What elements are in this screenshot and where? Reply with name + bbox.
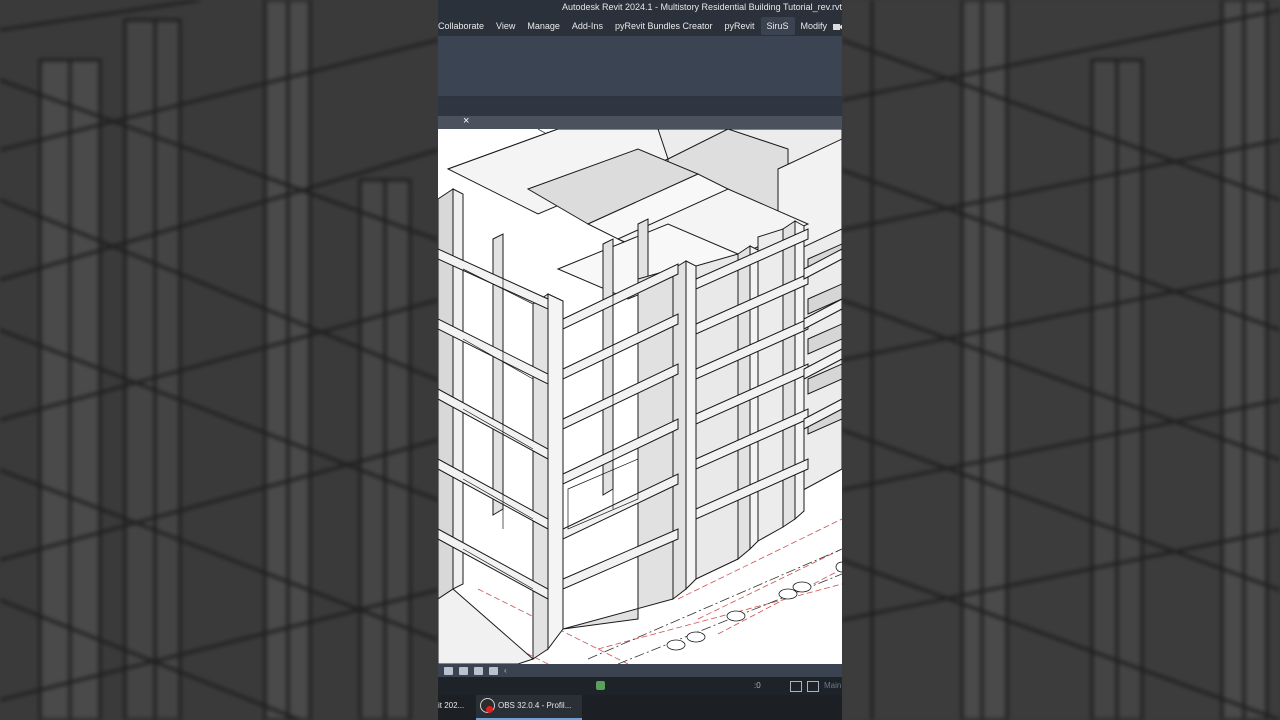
blurred-background-right bbox=[842, 0, 1280, 720]
tab-pyrevit[interactable]: pyRevit bbox=[719, 17, 761, 35]
ribbon-panel bbox=[438, 36, 842, 96]
taskbar-item-revit[interactable]: it 202... bbox=[438, 695, 472, 720]
ribbon-options-button[interactable]: ▾ bbox=[833, 22, 842, 30]
taskbar: it 202... OBS 32.0.4 - Profil... bbox=[438, 695, 842, 720]
tab-sirus[interactable]: SiruS bbox=[760, 17, 795, 35]
taskbar-item-obs-label: OBS 32.0.4 - Profil... bbox=[498, 701, 572, 710]
grid-bubble[interactable] bbox=[726, 610, 746, 622]
blurred-background-left bbox=[0, 0, 438, 720]
tab-modify[interactable]: Modify bbox=[795, 17, 834, 35]
title-bar: Autodesk Revit 2024.1 - Multistory Resid… bbox=[438, 0, 842, 16]
camera-icon bbox=[833, 23, 842, 30]
scale-icon[interactable] bbox=[444, 666, 453, 675]
detail-level-icon[interactable] bbox=[459, 666, 468, 675]
tab-collaborate[interactable]: Collaborate bbox=[438, 17, 490, 35]
tab-add-ins[interactable]: Add-Ins bbox=[566, 17, 609, 35]
worksets-icon[interactable] bbox=[790, 681, 802, 692]
obs-icon bbox=[480, 698, 495, 714]
selection-count: :0 bbox=[754, 681, 761, 690]
3d-viewport[interactable] bbox=[438, 129, 842, 664]
options-bar bbox=[438, 98, 842, 116]
design-options-icon[interactable] bbox=[807, 681, 819, 692]
window-title: Autodesk Revit 2024.1 - Multistory Resid… bbox=[562, 2, 842, 12]
sun-path-icon[interactable] bbox=[489, 666, 498, 675]
grid-bubble[interactable] bbox=[778, 588, 798, 600]
building-model bbox=[438, 129, 842, 664]
main-model-label[interactable]: Main bbox=[824, 681, 841, 690]
view-control-bar: ‹ bbox=[438, 664, 842, 677]
revit-window: Autodesk Revit 2024.1 - Multistory Resid… bbox=[438, 0, 842, 720]
chevron-left-icon[interactable]: ‹ bbox=[504, 666, 507, 675]
tab-view[interactable]: View bbox=[490, 17, 521, 35]
ribbon-tabs: Collaborate View Manage Add-Ins pyRevit … bbox=[438, 16, 842, 36]
status-bar: :0 Main bbox=[438, 677, 842, 695]
view-tab-bar: × bbox=[438, 115, 842, 129]
filter-icon[interactable] bbox=[596, 681, 605, 690]
close-view-icon[interactable]: × bbox=[463, 115, 469, 128]
tab-manage[interactable]: Manage bbox=[521, 17, 566, 35]
grid-bubble[interactable] bbox=[686, 631, 706, 643]
tab-pyrevit-bundles-creator[interactable]: pyRevit Bundles Creator bbox=[609, 17, 719, 35]
visual-style-icon[interactable] bbox=[474, 666, 483, 675]
taskbar-item-obs[interactable]: OBS 32.0.4 - Profil... bbox=[476, 695, 582, 720]
grid-bubble[interactable] bbox=[666, 639, 686, 651]
grid-bubble[interactable] bbox=[792, 581, 812, 593]
